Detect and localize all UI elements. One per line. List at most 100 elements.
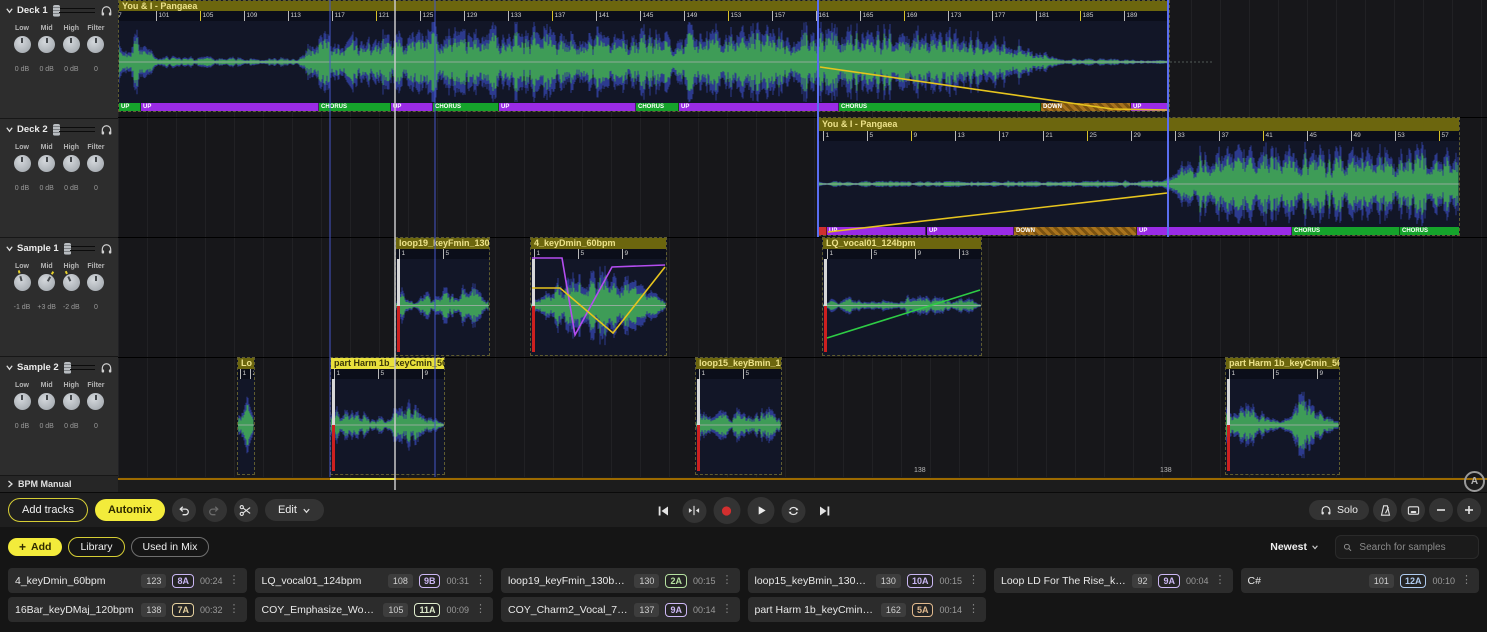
knob-mid[interactable]: Mid 0 dB	[36, 382, 58, 430]
clip-gain-handle[interactable]	[697, 425, 700, 471]
chevron-down-icon[interactable]	[5, 244, 14, 253]
knob-dial[interactable]	[63, 155, 80, 172]
kebab-menu-icon[interactable]: ⋮	[968, 575, 979, 586]
headphones-icon[interactable]	[100, 123, 113, 136]
chevron-down-icon[interactable]	[5, 363, 14, 372]
clip-4keydmin[interactable]: 4_keyDmin_60bpm15913	[530, 237, 667, 356]
clip-gain-handle[interactable]	[1227, 425, 1230, 471]
kebab-menu-icon[interactable]: ⋮	[1215, 575, 1226, 586]
tab-library[interactable]: Library	[68, 537, 124, 557]
clip-gain-handle[interactable]	[332, 425, 335, 471]
clip-fade-handle[interactable]	[397, 259, 400, 306]
circled-a-badge[interactable]: A	[1464, 471, 1485, 492]
knob-dial[interactable]	[87, 155, 104, 172]
clip-partharm2[interactable]: part Harm 1b_keyCmin_56159	[1225, 357, 1340, 475]
sample-row[interactable]: COY_Emphasize_Wobble_Vocal_105bpm 105 11…	[255, 597, 494, 622]
kebab-menu-icon[interactable]: ⋮	[722, 604, 733, 615]
zoom-in-button[interactable]	[1457, 498, 1481, 522]
sample-row[interactable]: 4_keyDmin_60bpm 123 8A 00:24 ⋮	[8, 568, 247, 593]
knob-high[interactable]: High 0 dB	[60, 382, 82, 430]
knob-dial[interactable]	[87, 274, 104, 291]
knob-filter[interactable]: Filter 0	[85, 144, 107, 192]
knob-high[interactable]: High -2 dB	[60, 263, 82, 311]
knob-dial[interactable]	[38, 393, 55, 410]
knob-mid[interactable]: Mid 0 dB	[36, 25, 58, 73]
clip-fade-handle[interactable]	[697, 379, 700, 425]
skip-to-start-button[interactable]	[651, 499, 675, 523]
clip-lqvocal[interactable]: LQ_vocal01_124bpm15913	[822, 237, 982, 356]
kebab-menu-icon[interactable]: ⋮	[229, 604, 240, 615]
sample-row[interactable]: LQ_vocal01_124bpm 108 9B 00:31 ⋮	[255, 568, 494, 593]
sort-dropdown[interactable]: Newest	[1264, 540, 1325, 554]
sample-row[interactable]: loop15_keyBmin_130bpm 130 10A 00:15 ⋮	[748, 568, 987, 593]
knob-dial[interactable]	[38, 274, 55, 291]
kebab-menu-icon[interactable]: ⋮	[1461, 575, 1472, 586]
clip-fade-handle[interactable]	[532, 259, 535, 306]
knob-dial[interactable]	[63, 36, 80, 53]
knob-high[interactable]: High 0 dB	[60, 144, 82, 192]
knob-dial[interactable]	[14, 274, 31, 291]
clip-fade-handle[interactable]	[332, 379, 335, 425]
redo-button[interactable]	[203, 498, 227, 522]
knob-mid[interactable]: Mid 0 dB	[36, 144, 58, 192]
knob-low[interactable]: Low 0 dB	[11, 382, 33, 430]
kebab-menu-icon[interactable]: ⋮	[968, 604, 979, 615]
sample-row[interactable]: 16Bar_keyDMaj_120bpm 138 7A 00:32 ⋮	[8, 597, 247, 622]
tab-used-in-mix[interactable]: Used in Mix	[131, 537, 210, 557]
headphones-icon[interactable]	[100, 4, 113, 17]
clip-gain-handle[interactable]	[397, 306, 400, 353]
sample-row[interactable]: COY_Charm2_Vocal_70bpm_Bm 137 9A 00:14 ⋮	[501, 597, 740, 622]
knob-dial[interactable]	[38, 36, 55, 53]
timeline-stage[interactable]: You & I - Pangaea97101105109113117121125…	[0, 0, 1487, 492]
knob-dial[interactable]	[14, 393, 31, 410]
fit-view-button[interactable]	[1401, 498, 1425, 522]
knob-dial[interactable]	[87, 36, 104, 53]
search-input[interactable]	[1357, 541, 1471, 554]
clip-lo[interactable]: Lo12	[237, 357, 255, 475]
clip-fade-handle[interactable]	[824, 259, 827, 306]
knob-filter[interactable]: Filter 0	[85, 263, 107, 311]
clip-partharm1[interactable]: part Harm 1b_keyCmin_56b159	[330, 357, 445, 475]
loop-button[interactable]	[781, 499, 805, 523]
headphones-icon[interactable]	[100, 242, 113, 255]
edit-menu-button[interactable]: Edit	[265, 499, 324, 521]
volume-slider[interactable]	[64, 243, 97, 255]
kebab-menu-icon[interactable]: ⋮	[475, 575, 486, 586]
clip-gain-handle[interactable]	[824, 306, 827, 353]
kebab-menu-icon[interactable]: ⋮	[229, 575, 240, 586]
knob-filter[interactable]: Filter 0	[85, 25, 107, 73]
knob-low[interactable]: Low -1 dB	[11, 263, 33, 311]
knob-high[interactable]: High 0 dB	[60, 25, 82, 73]
chevron-down-icon[interactable]	[5, 125, 14, 134]
zoom-out-button[interactable]	[1429, 498, 1453, 522]
knob-dial[interactable]	[14, 36, 31, 53]
clip-gain-handle[interactable]	[532, 306, 535, 353]
automix-button[interactable]: Automix	[95, 499, 165, 521]
skip-to-end-button[interactable]	[812, 499, 836, 523]
knob-low[interactable]: Low 0 dB	[11, 144, 33, 192]
add-sample-button[interactable]: + Add	[8, 538, 62, 556]
bpm-manual-row[interactable]: BPM Manual	[0, 476, 118, 492]
headphones-icon[interactable]	[100, 361, 113, 374]
clip-fade-handle[interactable]	[1227, 379, 1230, 425]
undo-button[interactable]	[172, 498, 196, 522]
knob-low[interactable]: Low 0 dB	[11, 25, 33, 73]
sample-row[interactable]: loop19_keyFmin_130bpm 130 2A 00:15 ⋮	[501, 568, 740, 593]
play-button[interactable]	[747, 497, 774, 524]
kebab-menu-icon[interactable]: ⋮	[722, 575, 733, 586]
knob-dial[interactable]	[63, 393, 80, 410]
snap-to-playhead-button[interactable]	[682, 499, 706, 523]
volume-slider[interactable]	[53, 5, 97, 17]
deck1-clip[interactable]: You & I - Pangaea97101105109113117121125…	[118, 0, 1170, 112]
knob-mid[interactable]: Mid +3 dB	[36, 263, 58, 311]
sample-search[interactable]	[1335, 535, 1479, 559]
knob-dial[interactable]	[38, 155, 55, 172]
kebab-menu-icon[interactable]: ⋮	[475, 604, 486, 615]
metronome-button[interactable]	[1373, 498, 1397, 522]
add-tracks-button[interactable]: Add tracks	[8, 498, 88, 522]
sample-row[interactable]: part Harm 1b_keyCmin_56bpm 162 5A 00:14 …	[748, 597, 987, 622]
tempo-strip[interactable]	[118, 477, 1487, 492]
knob-dial[interactable]	[14, 155, 31, 172]
sample-row[interactable]: Loop LD For The Rise_keyBmin_123bpm 92 9…	[994, 568, 1233, 593]
clip-loop19[interactable]: loop19_keyFmin_130b15	[395, 237, 490, 356]
